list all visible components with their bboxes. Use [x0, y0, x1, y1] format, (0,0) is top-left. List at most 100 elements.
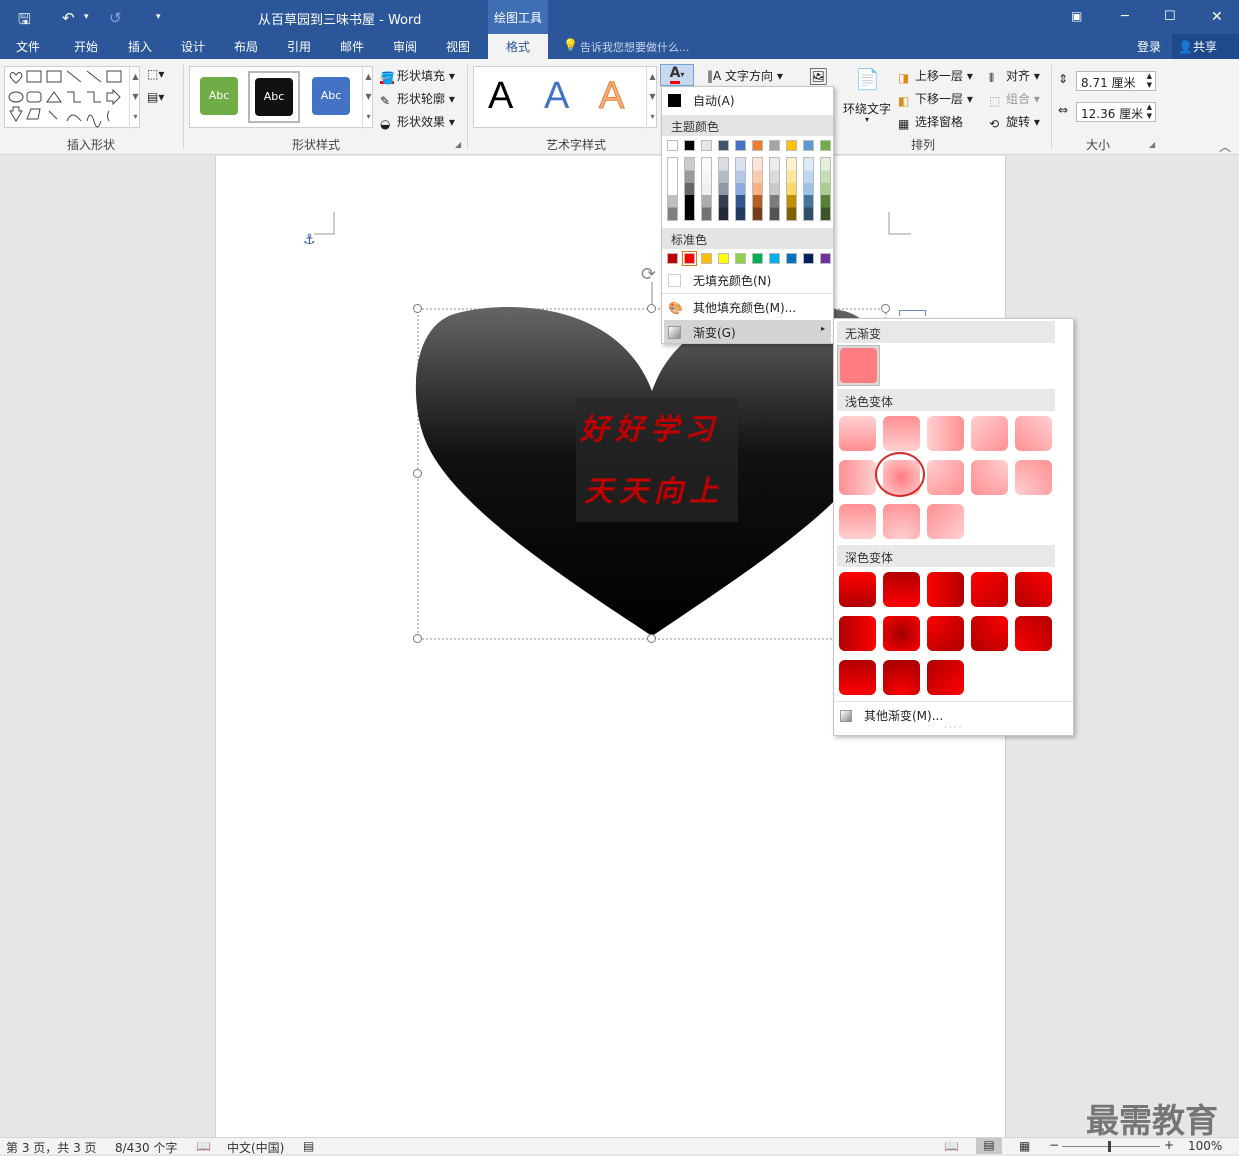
save-icon[interactable]: 🖫	[18, 9, 31, 34]
resize-handle-nw[interactable]	[413, 304, 422, 313]
standard-color-swatch[interactable]	[820, 253, 831, 264]
theme-color-swatch[interactable]	[803, 140, 814, 151]
language-indicator[interactable]: 中文(中国)	[227, 1139, 284, 1156]
send-backward-button[interactable]: ◧ 下移一层 ▾	[898, 90, 973, 108]
size-launcher-icon[interactable]: ◢	[1149, 140, 1155, 149]
theme-color-swatch[interactable]	[820, 140, 831, 151]
undo-icon[interactable]: ↶	[62, 9, 75, 27]
theme-color-swatch[interactable]	[786, 140, 797, 151]
dark-gradient-tile[interactable]	[971, 616, 1008, 651]
shape-outline-button[interactable]: ✎ 形状轮廓 ▾	[380, 90, 455, 108]
shape-style-blue[interactable]: Abc	[312, 77, 350, 115]
selection-pane-button[interactable]: ▦ 选择窗格	[898, 113, 963, 131]
tab-file[interactable]: 文件	[16, 38, 40, 55]
standard-color-swatch[interactable]	[769, 253, 780, 264]
resize-handle-w[interactable]	[413, 469, 422, 478]
bring-forward-button[interactable]: ◨ 上移一层 ▾	[898, 67, 973, 85]
standard-color-swatch[interactable]	[718, 253, 729, 264]
height-input[interactable]: 8.71 厘米 ▲ ▼	[1076, 71, 1156, 91]
light-gradient-tile[interactable]	[839, 504, 876, 539]
position-icon[interactable]: 🖼	[808, 67, 828, 86]
tab-mailings[interactable]: 邮件	[340, 38, 364, 55]
page-count[interactable]: 第 3 页，共 3 页	[6, 1139, 97, 1156]
theme-shade-column[interactable]	[803, 157, 814, 221]
wordart-blue[interactable]: A	[544, 75, 569, 118]
dark-gradient-tile[interactable]	[927, 572, 964, 607]
dark-gradient-tile[interactable]	[927, 660, 964, 695]
standard-color-swatch[interactable]	[803, 253, 814, 264]
dark-gradient-tile[interactable]	[927, 616, 964, 651]
auto-color-item[interactable]: 自动(A)	[662, 89, 833, 111]
theme-color-swatch[interactable]	[735, 140, 746, 151]
wordart-orange[interactable]: A	[598, 75, 624, 118]
light-gradient-tile[interactable]	[1015, 460, 1052, 495]
wordart-scroll[interactable]: ▲ ▼ ▾	[646, 67, 658, 129]
light-gradient-tile[interactable]	[971, 460, 1008, 495]
more-fill-colors-item[interactable]: 🎨 其他填充颜色(M)...	[662, 296, 833, 318]
light-gradient-tile[interactable]	[839, 460, 876, 495]
shape-styles-scroll[interactable]: ▲ ▼ ▾	[362, 67, 374, 129]
wordart-black[interactable]: A	[488, 75, 513, 118]
sign-in-link[interactable]: 登录	[1137, 38, 1161, 55]
light-gradient-tile[interactable]	[927, 460, 964, 495]
light-gradient-tile[interactable]	[1015, 416, 1052, 451]
resize-grip-icon[interactable]: ····	[944, 723, 963, 733]
wrap-text-icon[interactable]: 📄	[855, 67, 880, 91]
minimize-icon[interactable]: ─	[1121, 9, 1129, 24]
zoom-slider-thumb[interactable]	[1108, 1141, 1111, 1152]
resize-handle-s[interactable]	[647, 634, 656, 643]
shapes-gallery-scroll[interactable]: ▲ ▼ ▾	[129, 67, 141, 129]
light-gradient-tile[interactable]	[839, 416, 876, 451]
tab-layout[interactable]: 布局	[234, 38, 258, 55]
zoom-slider[interactable]	[1062, 1146, 1160, 1147]
collapse-ribbon-icon[interactable]: ︿	[1219, 138, 1231, 155]
tab-insert[interactable]: 插入	[128, 38, 152, 55]
wrap-text-dropdown-icon[interactable]: ▾	[865, 115, 869, 124]
tab-design[interactable]: 设计	[181, 38, 205, 55]
web-layout-icon[interactable]: ▦	[1019, 1139, 1030, 1153]
light-gradient-tile[interactable]	[971, 416, 1008, 451]
share-button[interactable]: 👤共享	[1172, 34, 1239, 59]
dark-gradient-tile[interactable]	[883, 660, 920, 695]
customize-qat-icon[interactable]: ▾	[156, 12, 161, 22]
theme-shade-column[interactable]	[769, 157, 780, 221]
ribbon-display-icon[interactable]: ▣	[1071, 9, 1082, 23]
dark-gradient-tile[interactable]	[883, 572, 920, 607]
standard-color-swatch[interactable]	[667, 253, 678, 264]
theme-shade-column[interactable]	[820, 157, 831, 221]
align-button[interactable]: ⫴ 对齐 ▾	[989, 67, 1040, 85]
light-gradient-tile[interactable]	[927, 504, 964, 539]
standard-color-swatch[interactable]	[752, 253, 763, 264]
dark-gradient-tile[interactable]	[971, 572, 1008, 607]
shapes-gallery[interactable]: ▲ ▼ ▾	[4, 66, 141, 129]
edit-shape-icon[interactable]: ⬚▾	[147, 67, 164, 81]
shape-styles-launcher-icon[interactable]: ◢	[455, 140, 461, 149]
theme-color-swatch[interactable]	[769, 140, 780, 151]
dark-gradient-tile[interactable]	[839, 660, 876, 695]
gradient-item[interactable]: 渐变(G) ▸	[664, 320, 831, 343]
light-gradient-tile[interactable]	[883, 416, 920, 451]
width-input[interactable]: 12.36 厘米 ▲ ▼	[1076, 102, 1156, 122]
tell-me-input[interactable]: 告诉我您想要做什么...	[580, 39, 690, 55]
dark-gradient-tile[interactable]	[1015, 616, 1052, 651]
theme-shade-column[interactable]	[667, 157, 678, 221]
theme-shade-column[interactable]	[786, 157, 797, 221]
rotate-handle-icon[interactable]: ⟳	[641, 264, 656, 285]
resize-handle-ne[interactable]	[881, 304, 890, 313]
dark-gradient-tile[interactable]	[1015, 572, 1052, 607]
standard-color-swatch[interactable]	[786, 253, 797, 264]
standard-color-swatch[interactable]	[701, 253, 712, 264]
proofing-icon[interactable]: 📖	[196, 1139, 211, 1153]
height-spinner[interactable]: ▲ ▼	[1147, 72, 1152, 90]
theme-color-swatch[interactable]	[701, 140, 712, 151]
undo-dropdown-icon[interactable]: ▾	[84, 12, 89, 22]
standard-color-swatch[interactable]	[735, 253, 746, 264]
rotate-button[interactable]: ⟲ 旋转 ▾	[989, 113, 1040, 131]
print-layout-icon[interactable]: ▤	[976, 1138, 1002, 1154]
maximize-icon[interactable]: ☐	[1164, 9, 1176, 24]
word-count[interactable]: 8/430 个字	[115, 1139, 177, 1156]
text-fill-button[interactable]: A▾	[660, 64, 694, 86]
light-gradient-tile[interactable]	[927, 416, 964, 451]
shape-styles-gallery[interactable]: Abc Abc Abc ▲ ▼ ▾	[189, 66, 374, 129]
theme-shade-column[interactable]	[684, 157, 695, 221]
